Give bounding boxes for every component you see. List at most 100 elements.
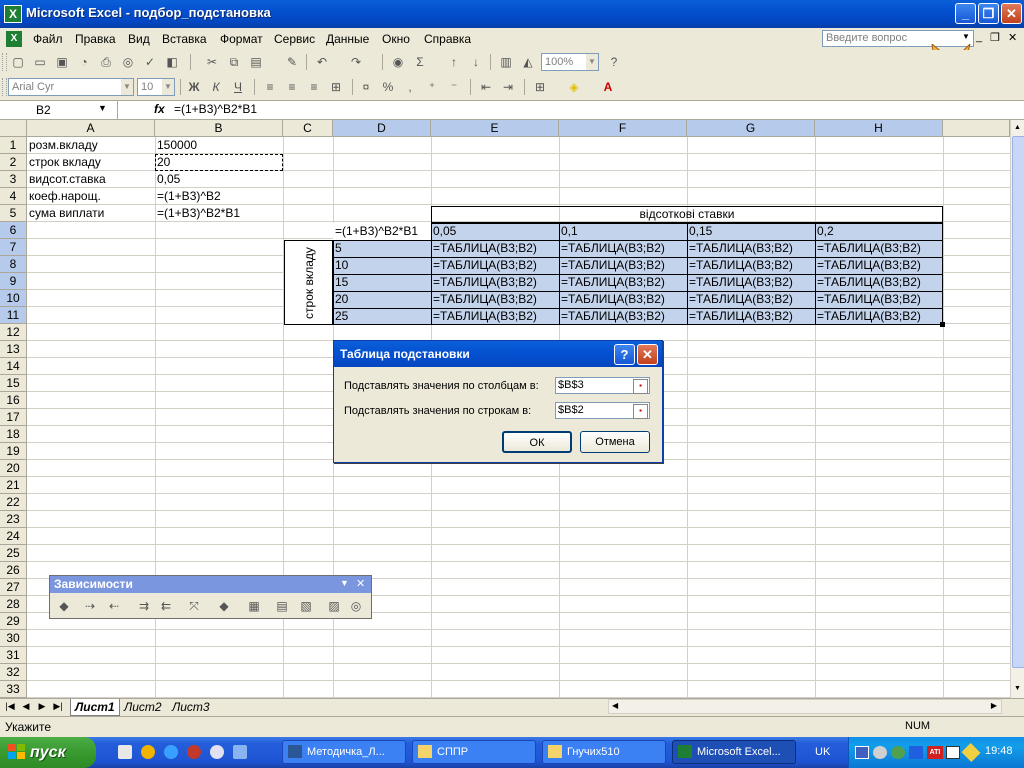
row-header[interactable]: 5	[0, 205, 27, 222]
first-sheet-icon[interactable]: |◀	[4, 701, 16, 712]
row-header[interactable]: 13	[0, 341, 27, 358]
table-result-cell[interactable]: =ТАБЛИЦА(B3;B2)	[687, 240, 815, 257]
chart-wizard-icon[interactable]: ▥	[498, 54, 514, 70]
format-painter-icon[interactable]: ✎	[284, 54, 300, 70]
table-result-cell[interactable]: =ТАБЛИЦА(B3;B2)	[687, 291, 815, 308]
row-header[interactable]: 4	[0, 188, 27, 205]
autosum-icon[interactable]: Σ	[412, 54, 428, 70]
row-header[interactable]: 30	[0, 630, 27, 647]
hyperlink-icon[interactable]: ◉	[390, 54, 406, 70]
save-icon[interactable]: ▣	[54, 54, 70, 70]
row-header[interactable]: 19	[0, 443, 27, 460]
toolbar-options-icon[interactable]: ▼	[340, 578, 349, 588]
print-preview-icon[interactable]: ◎	[120, 54, 136, 70]
menu-edit[interactable]: Правка	[75, 32, 116, 46]
row-header[interactable]: 28	[0, 596, 27, 613]
zoom-select[interactable]: 100% ▼	[541, 53, 599, 71]
undo-icon[interactable]: ↶	[314, 54, 330, 70]
horizontal-scrollbar[interactable]: ◀ ▶	[608, 699, 1002, 714]
align-right-icon[interactable]: ≡	[306, 79, 322, 95]
help-icon[interactable]: ?	[606, 54, 622, 70]
close-button[interactable]: ✕	[1001, 3, 1022, 24]
increase-indent-icon[interactable]: ⇥	[500, 79, 516, 95]
tray-antivirus-icon[interactable]	[873, 746, 887, 759]
remove-all-arrows-icon[interactable]: ⤧	[186, 598, 202, 614]
dialog-help-button[interactable]: ?	[614, 344, 635, 365]
header-rates-box[interactable]: відсоткові ставки	[431, 206, 943, 223]
table-result-cell[interactable]: =ТАБЛИЦА(B3;B2)	[687, 308, 815, 325]
row-header[interactable]: 14	[0, 358, 27, 375]
media-player-icon[interactable]	[141, 745, 155, 759]
row-header[interactable]: 27	[0, 579, 27, 596]
currency-icon[interactable]: ¤	[358, 79, 374, 95]
col-header-h[interactable]: H	[815, 120, 943, 137]
col-header-f[interactable]: F	[559, 120, 687, 137]
cell-b1[interactable]: 150000	[155, 137, 283, 154]
table-result-cell[interactable]: =ТАБЛИЦА(B3;B2)	[815, 240, 943, 257]
name-box-dropdown-icon[interactable]: ▼	[98, 103, 107, 113]
row-header[interactable]: 20	[0, 460, 27, 477]
cell-e6[interactable]: 0,05	[431, 223, 559, 240]
cell-h6[interactable]: 0,2	[815, 223, 943, 240]
ask-dropdown-icon[interactable]: ▼	[962, 32, 970, 41]
task-folder-sppr[interactable]: СППР	[412, 740, 536, 764]
minimize-button[interactable]: _	[955, 3, 976, 24]
cell-b2[interactable]: 20	[155, 154, 283, 171]
menu-file[interactable]: Файл	[33, 32, 63, 46]
row-header[interactable]: 16	[0, 392, 27, 409]
cell-a3[interactable]: видсот.ставка	[27, 171, 155, 188]
trace-precedents-icon[interactable]: ⇢	[82, 598, 98, 614]
col-header-e[interactable]: E	[431, 120, 559, 137]
tray-sound-icon[interactable]	[961, 742, 981, 763]
remove-precedent-arrows-icon[interactable]: ⇠	[106, 598, 122, 614]
row-header[interactable]: 26	[0, 562, 27, 579]
table-result-cell[interactable]: =ТАБЛИЦА(B3;B2)	[687, 257, 815, 274]
evaluate-formula-icon[interactable]: ◎	[348, 598, 364, 614]
cell-a5[interactable]: сума виплати	[27, 205, 155, 222]
fill-color-icon[interactable]: ◈	[566, 79, 582, 95]
increase-decimal-icon[interactable]: ⁺	[424, 79, 440, 95]
tray-calendar-icon[interactable]	[946, 746, 960, 759]
trace-dependents-icon[interactable]: ⇉	[136, 598, 152, 614]
watch-window-icon[interactable]: ▨	[326, 598, 342, 614]
table-result-cell[interactable]: =ТАБЛИЦА(B3;B2)	[431, 308, 559, 325]
cell-d6[interactable]: =(1+B3)^B2*B1	[333, 223, 431, 240]
doc-restore-button[interactable]: ❐	[990, 31, 1000, 44]
menu-view[interactable]: Вид	[128, 32, 150, 46]
comma-style-icon[interactable]: ,	[402, 79, 418, 95]
toolbar-close-icon[interactable]: ✕	[356, 577, 365, 590]
opera-icon[interactable]	[187, 745, 201, 759]
remove-dependent-arrows-icon[interactable]: ⇇	[158, 598, 174, 614]
table-result-cell[interactable]: =ТАБЛИЦА(B3;B2)	[431, 257, 559, 274]
column-input-cell-field[interactable]: $B$3 ▪	[555, 377, 650, 394]
table-result-cell[interactable]: =ТАБЛИЦА(B3;B2)	[687, 274, 815, 291]
row-header[interactable]: 17	[0, 409, 27, 426]
menu-format[interactable]: Формат	[220, 32, 263, 46]
cell-g6[interactable]: 0,15	[687, 223, 815, 240]
task-excel[interactable]: Microsoft Excel...	[672, 740, 796, 764]
tray-ati-icon[interactable]: ATI	[927, 746, 943, 759]
trace-error-icon[interactable]: ◆	[216, 598, 232, 614]
sort-desc-icon[interactable]: ↓	[468, 54, 484, 70]
cell-d11[interactable]: 25	[333, 308, 431, 325]
table-result-cell[interactable]: =ТАБЛИЦА(B3;B2)	[559, 257, 687, 274]
table-result-cell[interactable]: =ТАБЛИЦА(B3;B2)	[559, 291, 687, 308]
decrease-indent-icon[interactable]: ⇤	[478, 79, 494, 95]
row-header[interactable]: 18	[0, 426, 27, 443]
new-icon[interactable]: ▢	[10, 54, 26, 70]
table-result-cell[interactable]: =ТАБЛИЦА(B3;B2)	[559, 308, 687, 325]
row-header[interactable]: 3	[0, 171, 27, 188]
row-header[interactable]: 1	[0, 137, 27, 154]
bold-button[interactable]: Ж	[186, 79, 202, 95]
row-header[interactable]: 24	[0, 528, 27, 545]
menu-data[interactable]: Данные	[326, 32, 369, 46]
show-desktop-icon[interactable]	[118, 745, 132, 759]
underline-button[interactable]: Ч	[230, 79, 246, 95]
row-header[interactable]: 12	[0, 324, 27, 341]
col-header-b[interactable]: B	[155, 120, 283, 137]
doc-close-button[interactable]: ✕	[1008, 31, 1017, 44]
menu-help[interactable]: Справка	[424, 32, 471, 46]
table-result-cell[interactable]: =ТАБЛИЦА(B3;B2)	[815, 257, 943, 274]
prev-sheet-icon[interactable]: ◀	[20, 701, 32, 712]
maximize-button[interactable]: ❐	[978, 3, 999, 24]
